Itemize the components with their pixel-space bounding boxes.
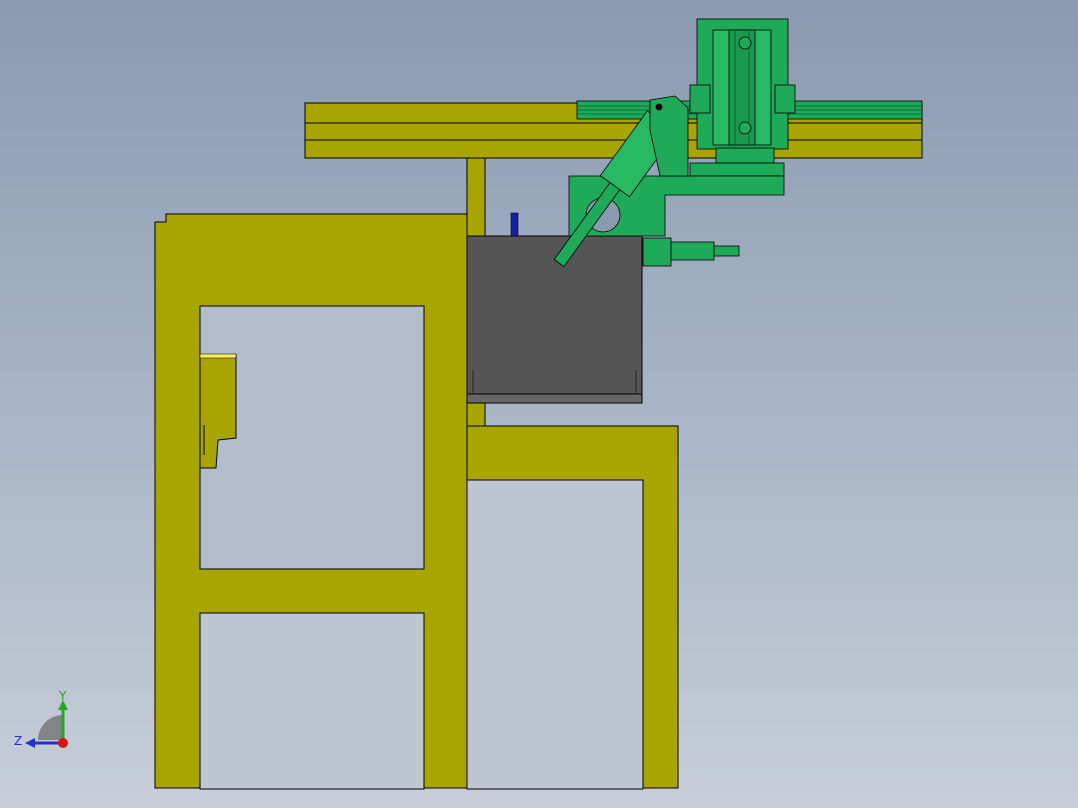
cad-viewport[interactable]: Y Z	[0, 0, 1078, 808]
blue-pin-left	[510, 212, 519, 237]
gripper	[642, 237, 672, 267]
frame-window-right	[466, 479, 644, 790]
axis-triad	[25, 700, 68, 748]
axis-z-label: Z	[14, 734, 22, 748]
gray-box[interactable]	[466, 235, 643, 404]
cad-model-drawing[interactable]: Y Z	[0, 0, 1078, 808]
axis-y-label: Y	[58, 689, 67, 703]
frame-window-lower	[199, 612, 425, 790]
